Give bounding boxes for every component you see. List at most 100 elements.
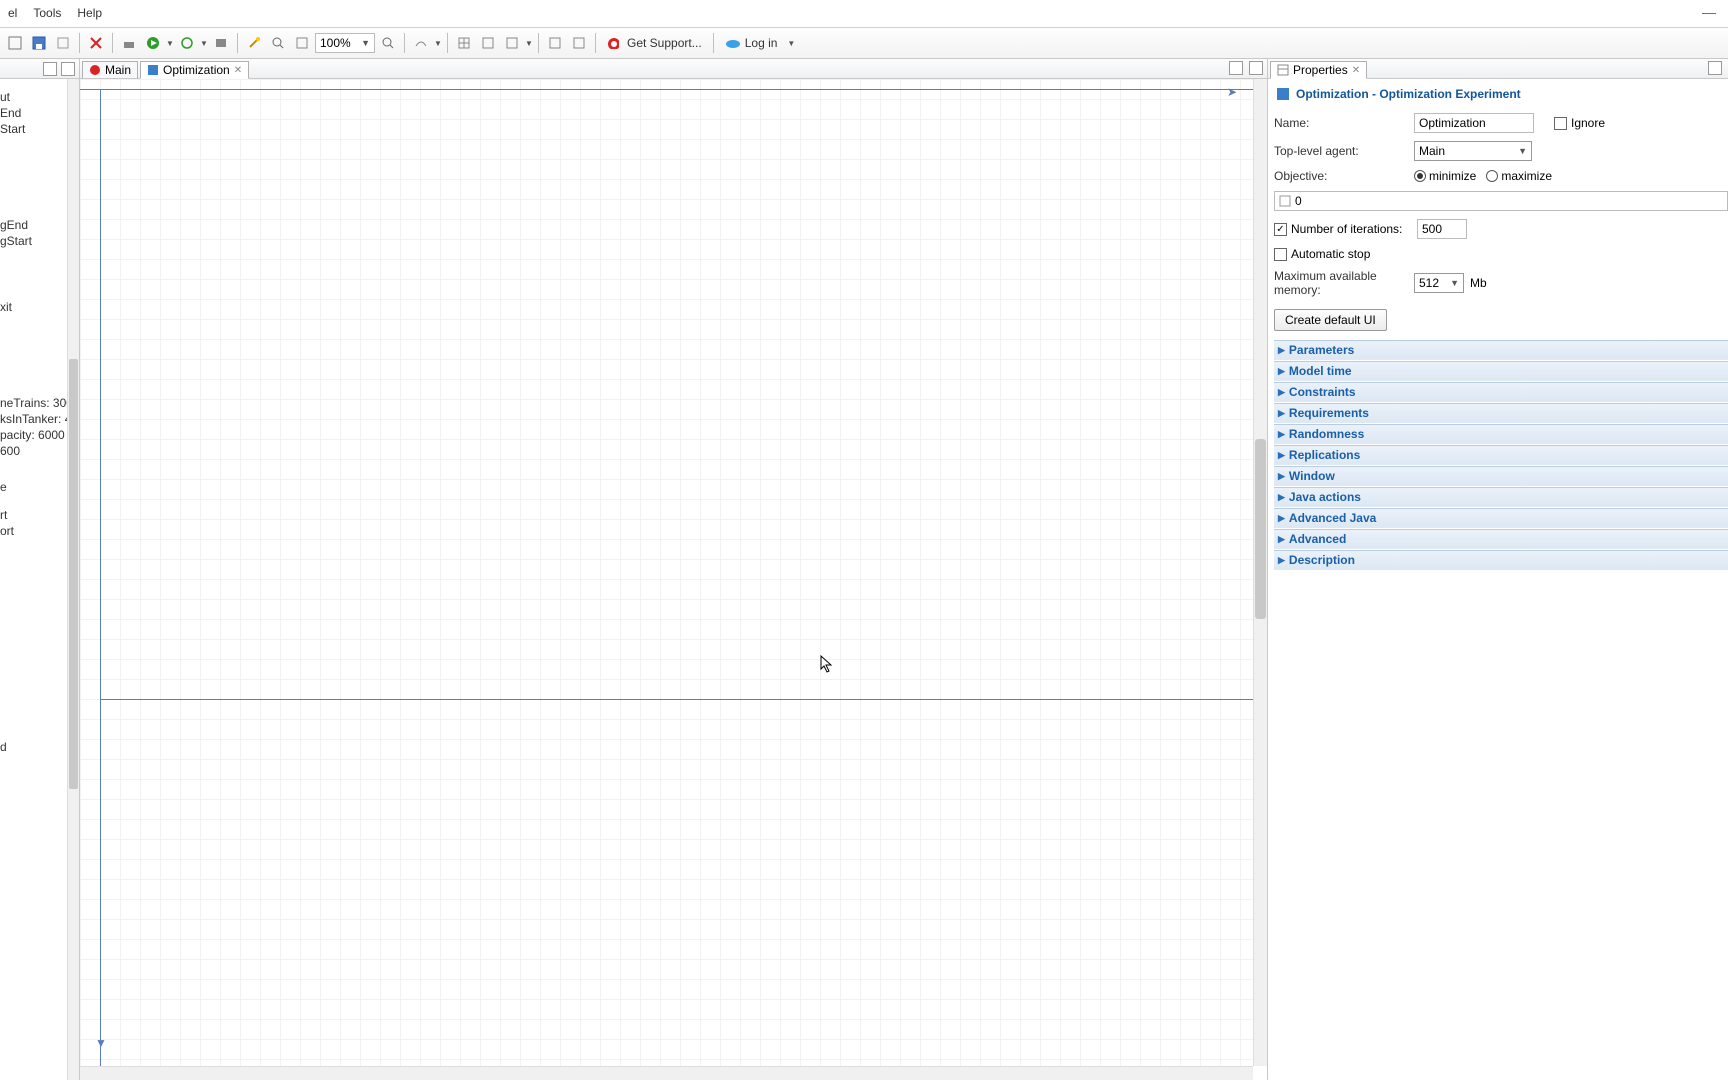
tree-item[interactable]: Start [0,121,67,137]
scrollbar-vertical[interactable] [1253,79,1267,1066]
section-advanced[interactable]: ▶Advanced [1274,529,1728,549]
scrollbar-horizontal[interactable] [80,1066,1253,1080]
close-icon[interactable]: ✕ [1352,65,1360,76]
name-field[interactable] [1414,113,1534,133]
label-memory: Maximum available memory: [1274,269,1414,297]
label-name: Name: [1274,116,1414,130]
toolbar-button[interactable] [52,32,74,54]
label-ignore: Ignore [1571,116,1605,130]
tree-item[interactable]: gEnd [0,217,67,233]
menu-item-tools[interactable]: Tools [25,2,69,24]
tab-main[interactable]: Main [82,61,138,79]
scrollbar-vertical[interactable] [67,79,79,1080]
toolbar-button[interactable] [410,32,432,54]
tree-item[interactable]: ksInTanker: 4 [0,411,67,427]
tree-item[interactable]: End [0,105,67,121]
tree-item[interactable]: e [0,479,67,495]
minimize-pane-icon[interactable] [43,62,57,76]
save-icon[interactable] [28,32,50,54]
properties-icon [1277,64,1289,76]
wand-icon[interactable] [243,32,265,54]
autostop-checkbox[interactable] [1274,248,1287,261]
label-autostop: Automatic stop [1291,247,1370,261]
ignore-checkbox[interactable] [1554,117,1567,130]
tree-item[interactable]: d [0,739,67,755]
toolbar-button[interactable] [568,32,590,54]
toolbar-button[interactable] [291,32,313,54]
tree-item[interactable]: neTrains: 300 [0,395,67,411]
section-model-time[interactable]: ▶Model time [1274,361,1728,381]
minimize-pane-icon[interactable] [1229,61,1243,75]
editor-tabs: Main Optimization ✕ [80,59,1267,79]
axis-arrow-down-icon: ▼ [95,1036,107,1050]
toolbar-button[interactable] [501,32,523,54]
toolbar-button[interactable] [477,32,499,54]
tree-item[interactable]: rt [0,507,67,523]
menubar: el Tools Help [0,0,1728,27]
close-icon[interactable]: ✕ [234,65,242,76]
tab-optimization[interactable]: Optimization ✕ [140,61,249,79]
label-maximize: maximize [1501,169,1552,183]
run-icon[interactable] [142,32,164,54]
toolbar-button[interactable] [210,32,232,54]
toolbar-button[interactable] [544,32,566,54]
objective-expression-field[interactable]: 0 [1274,191,1728,211]
iterations-field[interactable] [1417,219,1467,239]
dropdown-arrow-icon[interactable]: ▼ [434,39,442,48]
axis-arrow-right-icon: ➤ [1227,85,1237,99]
grid-icon[interactable] [453,32,475,54]
editor-area: Main Optimization ✕ ➤ ▼ [80,59,1268,1080]
project-explorer: ut End Start gEnd gStart xit neTrains: 3… [0,59,80,1080]
dropdown-arrow-icon[interactable]: ▼ [525,39,533,48]
tree-item[interactable]: xit [0,299,67,315]
section-constraints[interactable]: ▶Constraints [1274,382,1728,402]
section-requirements[interactable]: ▶Requirements [1274,403,1728,423]
debug-icon[interactable] [176,32,198,54]
maximize-pane-icon[interactable] [1249,61,1263,75]
tree-item[interactable]: pacity: 6000 [0,427,67,443]
top-agent-select[interactable]: Main▼ [1414,141,1532,161]
delete-icon[interactable] [85,32,107,54]
experiment-icon [1276,87,1290,101]
get-support-button[interactable]: Get Support... [601,32,708,54]
minimize-radio[interactable] [1414,170,1426,182]
build-icon[interactable] [118,32,140,54]
zoom-fit-icon[interactable] [377,32,399,54]
menu-item[interactable]: el [0,2,25,24]
dropdown-arrow-icon[interactable]: ▼ [166,39,174,48]
label-iterations: Number of iterations: [1291,222,1417,236]
tree-item[interactable]: gStart [0,233,67,249]
label-memory-unit: Mb [1470,276,1487,290]
iterations-checkbox[interactable]: ✓ [1274,223,1287,236]
section-advanced-java[interactable]: ▶Advanced Java [1274,508,1728,528]
section-replications[interactable]: ▶Replications [1274,445,1728,465]
search-icon[interactable] [267,32,289,54]
login-button[interactable]: Log in ▼ [719,32,802,54]
tab-properties[interactable]: Properties ✕ [1270,61,1367,79]
scroll-thumb[interactable] [1255,439,1266,619]
scroll-thumb[interactable] [69,359,78,789]
code-icon [1279,195,1291,207]
zoom-combo[interactable]: 100% ▼ [315,33,375,53]
create-default-ui-button[interactable]: Create default UI [1274,309,1387,331]
maximize-pane-icon[interactable] [61,62,75,76]
experiment-icon [147,64,159,76]
memory-select[interactable]: 512▼ [1414,273,1464,293]
tree-item[interactable]: ort [0,523,67,539]
toolbar-button[interactable] [4,32,26,54]
maximize-pane-icon[interactable] [1708,61,1722,75]
section-java-actions[interactable]: ▶Java actions [1274,487,1728,507]
window-minimize-icon[interactable]: — [1702,4,1716,20]
maximize-radio[interactable] [1486,170,1498,182]
editor-canvas[interactable]: ➤ ▼ [80,79,1253,1066]
label-minimize: minimize [1429,169,1476,183]
tree-item[interactable]: ut [0,89,67,105]
section-parameters[interactable]: ▶Parameters [1274,340,1728,360]
menu-item-help[interactable]: Help [69,2,110,24]
dropdown-arrow-icon[interactable]: ▼ [200,39,208,48]
tree-item[interactable]: 600 [0,443,67,459]
section-window[interactable]: ▶Window [1274,466,1728,486]
section-description[interactable]: ▶Description [1274,550,1728,570]
agent-icon [89,64,101,76]
section-randomness[interactable]: ▶Randomness [1274,424,1728,444]
